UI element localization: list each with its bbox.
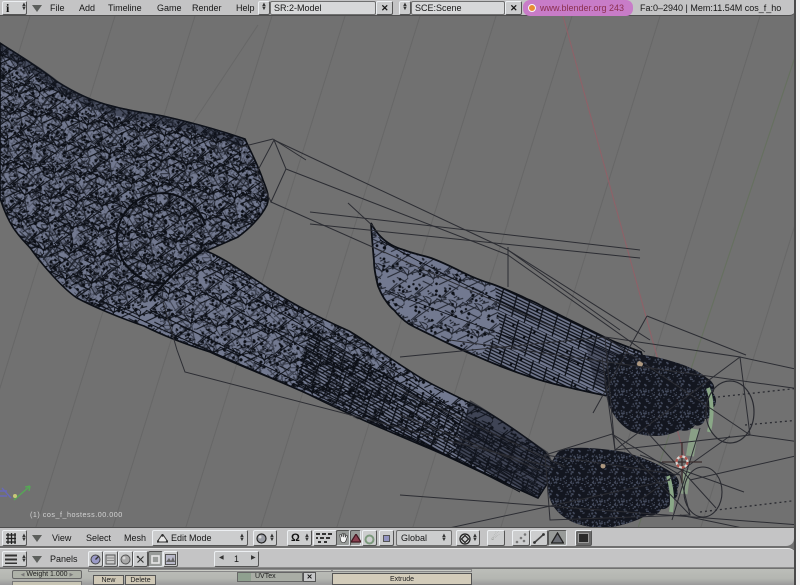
svg-text:(1) cos_f_hostess.00.000: (1) cos_f_hostess.00.000 <box>30 510 123 519</box>
